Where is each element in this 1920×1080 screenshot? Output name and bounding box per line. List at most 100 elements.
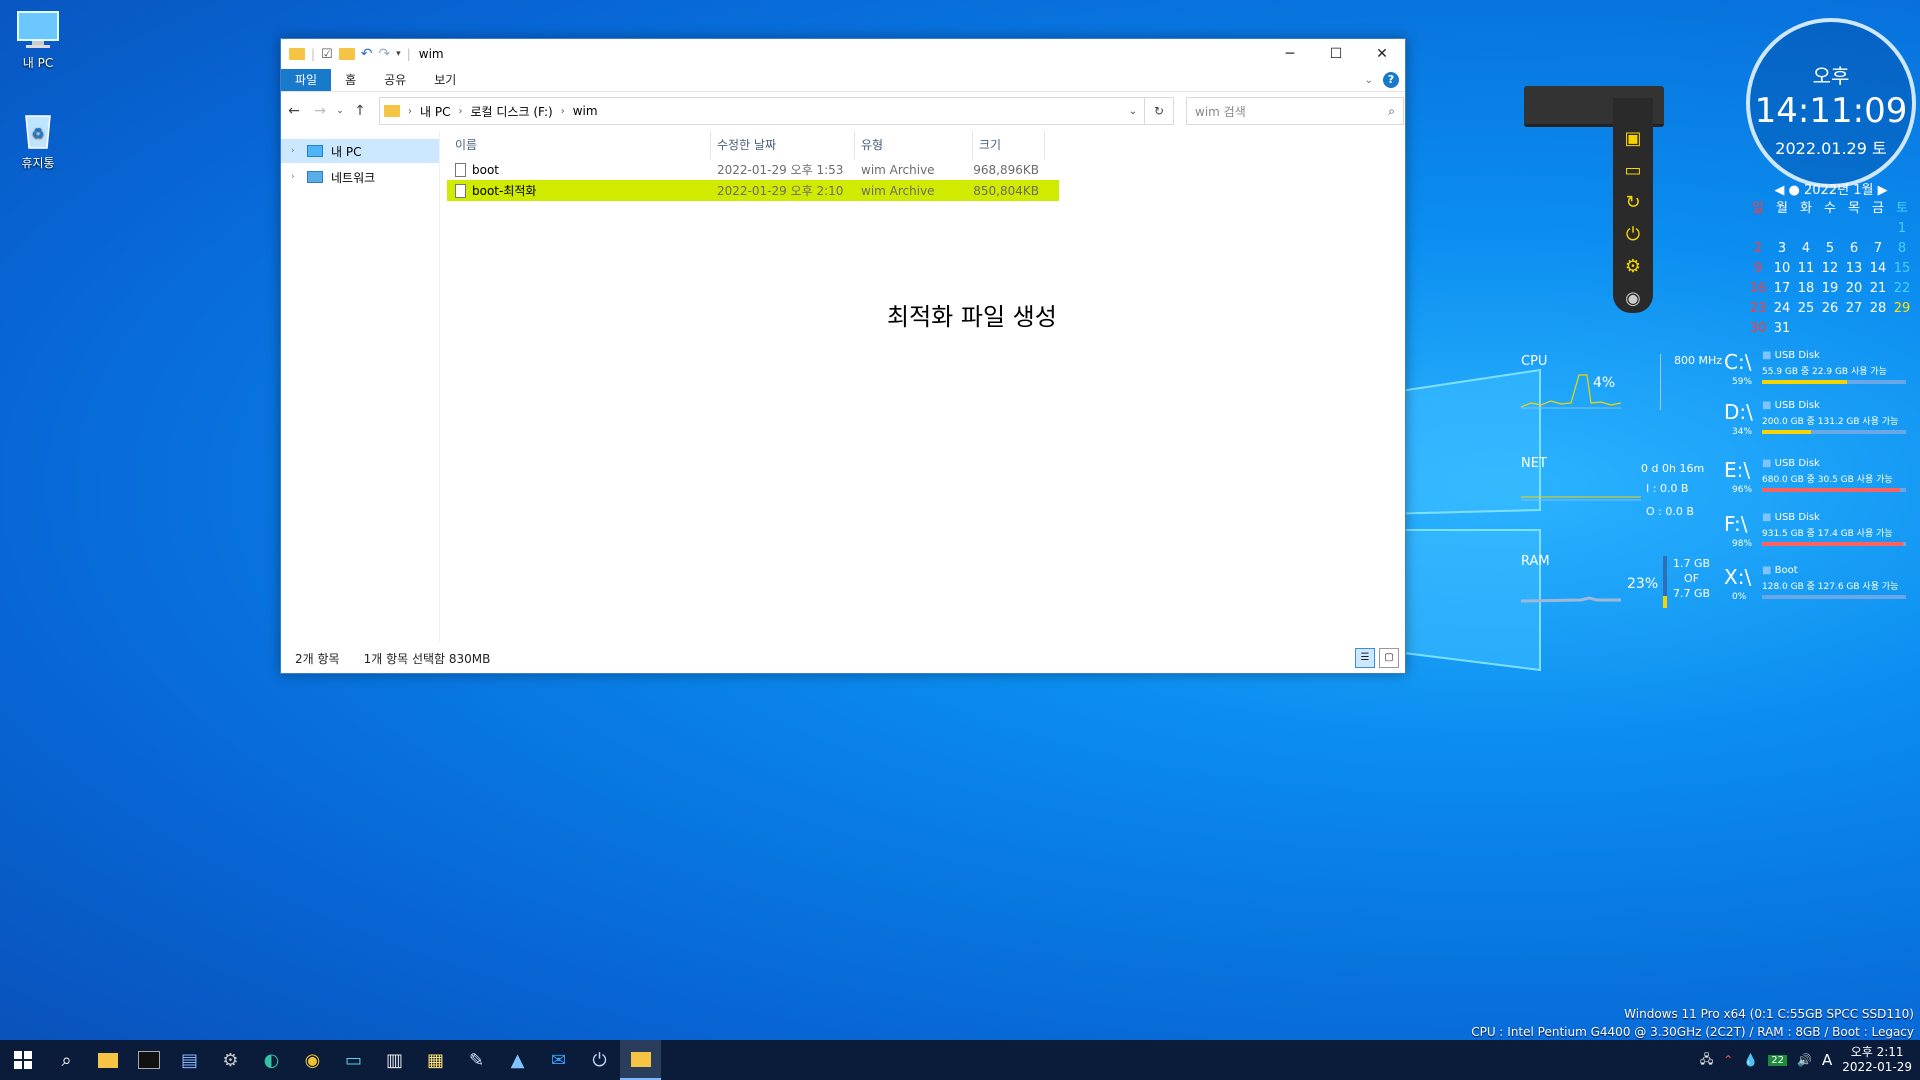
calendar-day[interactable]: 17 — [1770, 280, 1794, 297]
details-view-icon[interactable]: ☰ — [1355, 648, 1375, 668]
expand-ribbon-icon[interactable]: ⌄ — [1365, 75, 1373, 86]
monitor-icon[interactable]: ▭ — [333, 1040, 374, 1080]
power-icon[interactable]: ⏻ — [1621, 224, 1645, 246]
redo-icon[interactable]: ↷ — [378, 46, 390, 62]
calendar-day[interactable]: 4 — [1794, 240, 1818, 257]
chevron-right-icon[interactable]: ▶ — [1878, 183, 1888, 198]
properties-icon[interactable]: ☑ — [321, 47, 333, 62]
calendar-day[interactable]: 12 — [1818, 260, 1842, 277]
power-icon[interactable]: ⏻ — [579, 1040, 620, 1080]
mail-icon[interactable]: ✉ — [538, 1040, 579, 1080]
calendar-day[interactable]: 7 — [1866, 240, 1890, 257]
drop-icon[interactable]: 💧 — [1743, 1053, 1758, 1067]
breadcrumb-folder[interactable]: wim — [573, 104, 598, 118]
column-header-type[interactable]: 유형 — [855, 131, 973, 159]
tab-view[interactable]: 보기 — [420, 69, 470, 91]
calendar-day[interactable]: 2 — [1746, 240, 1770, 257]
calendar-day[interactable]: 18 — [1794, 280, 1818, 297]
column-header-modified[interactable]: 수정한 날짜 — [711, 131, 855, 159]
recent-locations-button[interactable]: ⌄ — [333, 106, 347, 116]
start-icon[interactable] — [0, 1040, 46, 1080]
undo-icon[interactable]: ↶ — [361, 46, 373, 62]
help-icon[interactable]: ? — [1383, 72, 1399, 88]
calendar-day[interactable]: 19 — [1818, 280, 1842, 297]
maximize-button[interactable]: ☐ — [1313, 39, 1359, 69]
battery-icon[interactable]: ▭ — [1621, 160, 1645, 182]
tab-file[interactable]: 파일 — [281, 69, 332, 91]
calendar-day[interactable]: 30 — [1746, 320, 1770, 337]
chrome-icon[interactable]: ◉ — [292, 1040, 333, 1080]
nav-item-this-pc[interactable]: › 내 PC — [281, 139, 439, 163]
desktop-icon-recycle-bin[interactable]: ♻ 휴지통 — [0, 110, 78, 171]
desktop-icon-this-pc[interactable]: 내 PC — [0, 10, 78, 71]
archive-icon[interactable]: ▥ — [374, 1040, 415, 1080]
calendar-day[interactable]: 15 — [1890, 260, 1914, 277]
calendar-day[interactable]: 6 — [1842, 240, 1866, 257]
taskbar-clock[interactable]: 오후 2:11 2022-01-29 — [1842, 1045, 1912, 1075]
column-header-name[interactable]: 이름 — [449, 131, 711, 159]
column-header-size[interactable]: 크기 — [973, 131, 1045, 159]
calendar-day[interactable]: 29 — [1890, 300, 1914, 317]
breadcrumb-this-pc[interactable]: 내 PC — [420, 103, 450, 120]
photos-icon[interactable]: ▲ — [497, 1040, 538, 1080]
calendar-day[interactable]: 20 — [1842, 280, 1866, 297]
window-icon[interactable]: ▣ — [1621, 128, 1645, 150]
calendar-day[interactable]: 22 — [1890, 280, 1914, 297]
calendar-day[interactable]: 27 — [1842, 300, 1866, 317]
chevron-down-icon[interactable]: ⌄ — [1122, 106, 1144, 117]
large-icons-view-icon[interactable]: ▢ — [1379, 648, 1399, 668]
up-button[interactable]: ↑ — [347, 103, 373, 119]
address-bar[interactable]: › 내 PC › 로컬 디스크 (F:) › wim ⌄ — [379, 97, 1145, 125]
notepad-icon[interactable]: ▦ — [415, 1040, 456, 1080]
forward-button[interactable]: → — [307, 103, 333, 119]
terminal-icon[interactable] — [128, 1040, 169, 1080]
calendar-day[interactable]: 14 — [1866, 260, 1890, 277]
calendar-day[interactable]: 23 — [1746, 300, 1770, 317]
breadcrumb-drive[interactable]: 로컬 디스크 (F:) — [470, 103, 552, 120]
ime-indicator[interactable]: A — [1822, 1051, 1832, 1069]
edge-icon[interactable]: ◐ — [251, 1040, 292, 1080]
chevron-left-icon[interactable]: ◀ — [1774, 183, 1784, 198]
calendar-day[interactable]: 21 — [1866, 280, 1890, 297]
calendar-day[interactable]: 9 — [1746, 260, 1770, 277]
minimize-button[interactable]: ─ — [1267, 39, 1313, 69]
new-folder-icon[interactable] — [338, 48, 355, 60]
refresh-icon[interactable]: ↻ — [1621, 192, 1645, 214]
nav-item-network[interactable]: › 네트워크 — [281, 165, 439, 189]
chevron-up-icon[interactable]: ⌃ — [1723, 1053, 1733, 1067]
calendar-day[interactable]: 31 — [1770, 320, 1794, 337]
volume-icon[interactable]: 🔊 — [1797, 1053, 1812, 1067]
tab-home[interactable]: 홈 — [331, 69, 370, 91]
file-row[interactable]: boot 2022-01-29 오후 1:53 wim Archive 968,… — [449, 159, 1405, 180]
calendar-day[interactable]: 11 — [1794, 260, 1818, 277]
search-icon[interactable]: ⌕ — [46, 1040, 87, 1080]
pencil-icon[interactable]: ✎ — [456, 1040, 497, 1080]
calendar-day[interactable]: 16 — [1746, 280, 1770, 297]
search-input[interactable]: wim 검색 ⌕ — [1186, 97, 1404, 125]
disc-icon[interactable]: ◉ — [1621, 288, 1645, 310]
folder-icon[interactable] — [620, 1040, 661, 1080]
file-row-selected[interactable]: boot-최적화 2022-01-29 오후 2:10 wim Archive … — [447, 180, 1059, 201]
calendar-day[interactable]: 5 — [1818, 240, 1842, 257]
back-button[interactable]: ← — [281, 103, 307, 119]
chevron-right-icon[interactable]: › — [291, 172, 299, 182]
calendar-day[interactable]: 26 — [1818, 300, 1842, 317]
settings-icon[interactable]: ⚙ — [210, 1040, 251, 1080]
calendar-day[interactable]: 13 — [1842, 260, 1866, 277]
calendar-day[interactable]: 10 — [1770, 260, 1794, 277]
close-button[interactable]: ✕ — [1359, 39, 1405, 69]
calendar-day[interactable]: 28 — [1866, 300, 1890, 317]
calendar-day[interactable]: 25 — [1794, 300, 1818, 317]
gear-icon[interactable]: ⚙ — [1621, 256, 1645, 278]
refresh-button[interactable]: ↻ — [1145, 97, 1174, 125]
calendar-day[interactable]: 1 — [1890, 220, 1914, 237]
folder-icon[interactable] — [289, 48, 305, 60]
calendar-day[interactable]: 24 — [1770, 300, 1794, 317]
floppy-icon[interactable]: ▤ — [169, 1040, 210, 1080]
tab-share[interactable]: 공유 — [370, 69, 420, 91]
file-explorer-icon[interactable] — [87, 1040, 128, 1080]
chevron-right-icon[interactable]: › — [291, 146, 299, 156]
calendar-day[interactable]: 3 — [1770, 240, 1794, 257]
network-icon[interactable]: 🖧 — [1700, 1050, 1713, 1071]
tray-badge[interactable]: 22 — [1768, 1054, 1788, 1066]
